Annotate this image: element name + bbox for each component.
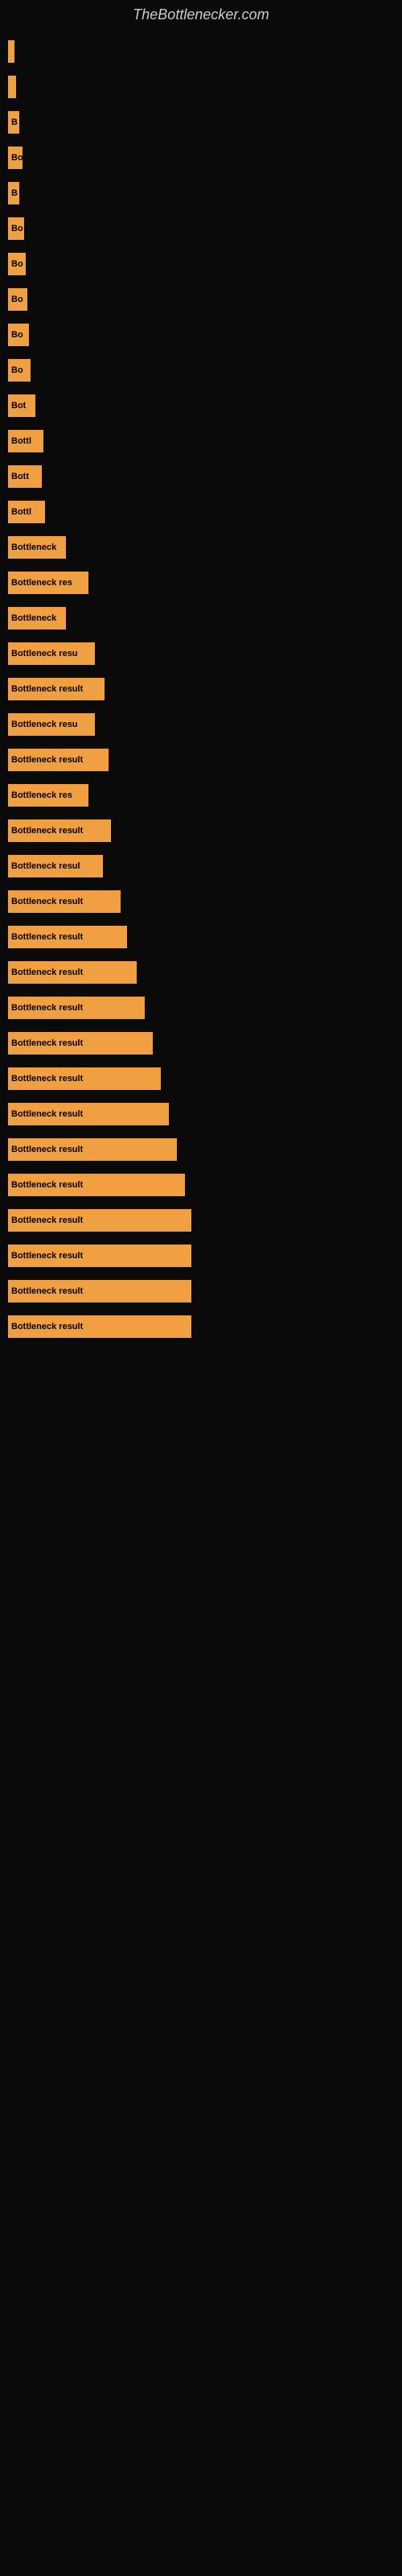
site-title: TheBottlenecker.com — [0, 0, 402, 27]
bar-item: Bottl — [8, 501, 45, 523]
bar-row: Bottleneck result — [8, 1026, 402, 1060]
bar-item: Bottleneck result — [8, 1067, 161, 1090]
bar-item: Bottleneck result — [8, 1174, 185, 1196]
bar-item: Bottleneck — [8, 607, 66, 630]
bar-item: B — [8, 111, 19, 134]
bar-row: B — [8, 176, 402, 210]
bar-row: Bottleneck — [8, 530, 402, 564]
bar-item: Bottl — [8, 430, 43, 452]
bar-item: Bottleneck result — [8, 890, 121, 913]
bar-item: B — [8, 182, 19, 204]
bar-row: Bottl — [8, 495, 402, 529]
bar-row: Bo — [8, 318, 402, 352]
bar-row: Bo — [8, 212, 402, 246]
bar-row: Bottleneck result — [8, 743, 402, 777]
bar-row: Bottleneck result — [8, 1239, 402, 1273]
bar-row: Bo — [8, 353, 402, 387]
bar-row: B — [8, 105, 402, 139]
bar-item: Bottleneck res — [8, 784, 88, 807]
bar-row: Bottleneck res — [8, 566, 402, 600]
bar-row: Bottl — [8, 424, 402, 458]
bar-row: Bottleneck result — [8, 1310, 402, 1344]
bar-item: Bottleneck resu — [8, 642, 95, 665]
bar-item: Bottleneck res — [8, 572, 88, 594]
bar-item: Bottleneck result — [8, 1138, 177, 1161]
bar-item: Bo — [8, 253, 26, 275]
bar-row: Bottleneck result — [8, 1133, 402, 1166]
bar-row: Bot — [8, 389, 402, 423]
bar-item: Bo — [8, 147, 23, 169]
bar-item: Bottleneck result — [8, 678, 105, 700]
bar-item: Bottleneck result — [8, 749, 109, 771]
bar-item: Bottleneck result — [8, 1103, 169, 1125]
site-title-container: TheBottlenecker.com — [0, 0, 402, 27]
bar-item — [8, 40, 14, 63]
bar-row: Bottleneck resu — [8, 637, 402, 671]
bar-item: Bottleneck result — [8, 1315, 191, 1338]
bar-row — [8, 35, 402, 68]
bar-row: Bottleneck result — [8, 885, 402, 919]
bar-row: Bottleneck result — [8, 1062, 402, 1096]
bar-item: Bottleneck result — [8, 1245, 191, 1267]
bar-row: Bottleneck resu — [8, 708, 402, 741]
bar-row: Bottleneck resul — [8, 849, 402, 883]
bar-item: Bo — [8, 217, 24, 240]
bar-row: Bo — [8, 141, 402, 175]
bar-item: Bo — [8, 288, 27, 311]
bar-row — [8, 70, 402, 104]
bar-row: Bottleneck result — [8, 991, 402, 1025]
bar-row: Bo — [8, 247, 402, 281]
bars-container: B Bo B Bo Bo Bo Bo Bo Bot Bottl Bott Bottl Bottlenec… — [0, 27, 402, 1353]
bar-item: Bottleneck result — [8, 926, 127, 948]
bar-item: Bottleneck result — [8, 997, 145, 1019]
bar-item: Bottleneck result — [8, 1032, 153, 1055]
bar-row: Bottleneck — [8, 601, 402, 635]
bar-item: Bottleneck result — [8, 1209, 191, 1232]
bar-row: Bottleneck result — [8, 1097, 402, 1131]
bar-row: Bottleneck result — [8, 672, 402, 706]
bar-item: Bottleneck — [8, 536, 66, 559]
bar-item: Bottleneck result — [8, 819, 111, 842]
bar-item: Bot — [8, 394, 35, 417]
bar-row: Bottleneck result — [8, 1168, 402, 1202]
bar-item — [8, 76, 16, 98]
bar-row: Bott — [8, 460, 402, 493]
bar-item: Bottleneck resul — [8, 855, 103, 877]
bar-item: Bo — [8, 359, 31, 382]
bar-row: Bottleneck result — [8, 1203, 402, 1237]
bar-row: Bo — [8, 283, 402, 316]
bar-row: Bottleneck res — [8, 778, 402, 812]
bar-row: Bottleneck result — [8, 814, 402, 848]
bar-row: Bottleneck result — [8, 1274, 402, 1308]
bar-item: Bottleneck result — [8, 1280, 191, 1302]
bar-item: Bottleneck resu — [8, 713, 95, 736]
bar-row: Bottleneck result — [8, 956, 402, 989]
bar-item: Bottleneck result — [8, 961, 137, 984]
bar-row: Bottleneck result — [8, 920, 402, 954]
bar-item: Bott — [8, 465, 42, 488]
bar-item: Bo — [8, 324, 29, 346]
